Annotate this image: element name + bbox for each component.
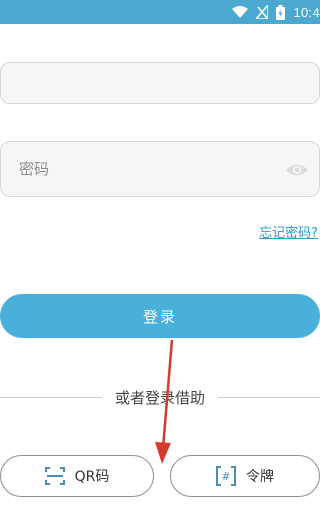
password-field[interactable] [0, 141, 320, 197]
password-input[interactable] [17, 142, 271, 196]
qr-scan-icon [44, 467, 65, 485]
qr-code-button[interactable]: QR码 [0, 455, 154, 497]
forgot-password-link[interactable]: 忘记密码? [259, 222, 318, 241]
battery-icon [276, 4, 286, 20]
eye-icon[interactable] [285, 160, 309, 180]
status-time: 10:4 [293, 4, 320, 20]
token-icon: # [216, 466, 236, 486]
signal-icon [256, 5, 269, 19]
status-bar: 10:4 [0, 0, 320, 24]
login-button[interactable]: 登录 [0, 294, 320, 338]
qr-code-label: QR码 [74, 469, 110, 485]
annotation-arrow [155, 339, 174, 464]
wifi-icon [232, 6, 249, 18]
username-field[interactable] [0, 62, 320, 104]
token-label: 令牌 [246, 469, 274, 485]
status-icons: 10:4 [232, 0, 320, 24]
token-button[interactable]: # 令牌 [170, 455, 320, 497]
svg-text:#: # [221, 470, 230, 483]
username-input[interactable] [17, 63, 271, 103]
